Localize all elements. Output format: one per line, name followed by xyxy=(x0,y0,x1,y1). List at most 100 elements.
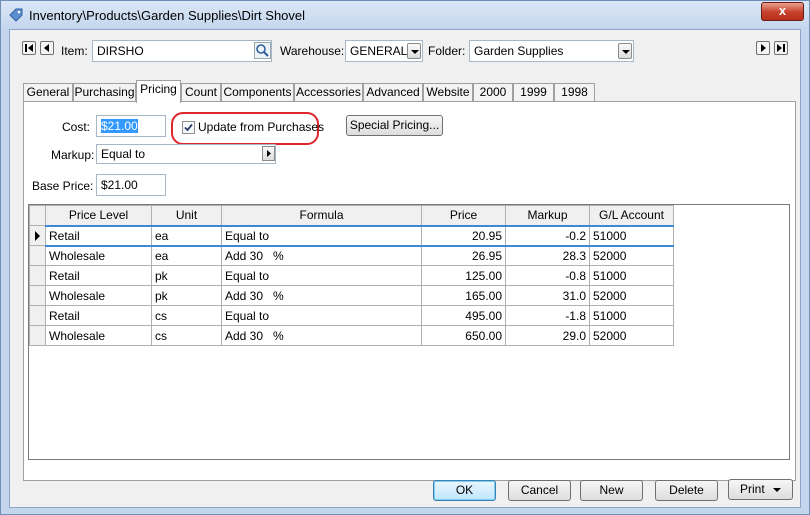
price-level-cell[interactable]: Wholesale xyxy=(45,325,152,346)
tab-purchasing[interactable]: Purchasing xyxy=(73,83,136,102)
item-field[interactable]: DIRSHO xyxy=(92,40,272,62)
formula-cell[interactable]: Add 30% xyxy=(221,325,422,346)
new-label: New xyxy=(599,483,624,497)
special-pricing-button[interactable]: Special Pricing... xyxy=(346,115,443,136)
next-record-icon xyxy=(761,44,766,52)
formula-cell[interactable]: Equal to xyxy=(221,224,422,247)
price-cell[interactable]: 26.95 xyxy=(421,245,506,266)
price-cell[interactable]: 650.00 xyxy=(421,325,506,346)
first-record-icon xyxy=(25,44,33,52)
unit-cell[interactable]: ea xyxy=(151,245,222,266)
gl-account-cell[interactable]: 51000 xyxy=(589,265,674,286)
unit-cell[interactable]: pk xyxy=(151,265,222,286)
price-level-cell[interactable]: Retail xyxy=(45,305,152,326)
table-row[interactable]: Wholesale ea Add 30% 26.95 28.3 52000 xyxy=(29,245,674,266)
formula-cell[interactable]: Equal to xyxy=(221,305,422,326)
tab-count[interactable]: Count xyxy=(181,83,221,102)
formula-text: Equal to xyxy=(225,268,270,283)
print-button[interactable]: Print xyxy=(728,479,793,500)
gl-account-cell[interactable]: 51000 xyxy=(589,305,674,326)
close-button[interactable]: x xyxy=(761,2,804,21)
price-cell[interactable]: 125.00 xyxy=(421,265,506,286)
formula-cell[interactable]: Add 30% xyxy=(221,245,422,266)
markup-cell[interactable]: 28.3 xyxy=(505,245,590,266)
last-record-icon xyxy=(777,44,785,52)
column-header[interactable]: Markup xyxy=(505,205,590,226)
next-record-button[interactable] xyxy=(756,41,770,55)
tab-label: Count xyxy=(184,85,218,99)
tab-1999[interactable]: 1999 xyxy=(513,83,554,102)
markup-field[interactable]: Equal to xyxy=(96,144,276,164)
tag-icon xyxy=(9,8,23,22)
markup-expand-button[interactable] xyxy=(262,146,275,161)
folder-select[interactable]: Garden Supplies xyxy=(469,40,634,62)
first-record-button[interactable] xyxy=(22,41,36,55)
price-level-cell[interactable]: Wholesale xyxy=(45,245,152,266)
markup-cell[interactable]: -0.8 xyxy=(505,265,590,286)
table-row[interactable]: Wholesale cs Add 30% 650.00 29.0 52000 xyxy=(29,325,674,346)
price-cell[interactable]: 165.00 xyxy=(421,285,506,306)
price-level-cell[interactable]: Retail xyxy=(45,224,152,247)
markup-value: Equal to xyxy=(101,147,146,161)
tab-label: General xyxy=(26,85,70,99)
cost-value: $21.00 xyxy=(101,119,138,133)
price-cell[interactable]: 495.00 xyxy=(421,305,506,326)
price-level-cell[interactable]: Wholesale xyxy=(45,285,152,306)
gl-account-cell[interactable]: 52000 xyxy=(589,245,674,266)
gl-account-cell[interactable]: 52000 xyxy=(589,325,674,346)
column-header[interactable]: Price xyxy=(421,205,506,226)
dialog-body: Item: DIRSHO Warehouse: GENERAL Folder: … xyxy=(9,29,801,508)
column-header[interactable]: Price Level xyxy=(45,205,152,226)
gl-account-cell[interactable]: 51000 xyxy=(589,224,674,247)
markup-cell[interactable]: 29.0 xyxy=(505,325,590,346)
last-record-button[interactable] xyxy=(774,41,788,55)
tab-website[interactable]: Website xyxy=(423,83,473,102)
markup-cell[interactable]: -1.8 xyxy=(505,305,590,326)
tab-2000[interactable]: 2000 xyxy=(473,83,513,102)
chevron-down-icon xyxy=(618,43,632,59)
row-header xyxy=(29,305,46,326)
cost-label: Cost: xyxy=(62,120,91,134)
gl-account-cell[interactable]: 52000 xyxy=(589,285,674,306)
unit-cell[interactable]: cs xyxy=(151,305,222,326)
tab-label: Accessories xyxy=(296,85,361,99)
window-title: Inventory\Products\Garden Supplies\Dirt … xyxy=(29,8,306,23)
column-header[interactable]: Unit xyxy=(151,205,222,226)
tab-general[interactable]: General xyxy=(23,83,73,102)
tab-advanced[interactable]: Advanced xyxy=(363,83,423,102)
table-row[interactable]: Retail ea Equal to 20.95 -0.2 51000 xyxy=(29,224,674,247)
unit-cell[interactable]: ea xyxy=(151,224,222,247)
unit-cell[interactable]: cs xyxy=(151,325,222,346)
update-from-purchases-checkbox[interactable] xyxy=(182,121,195,134)
previous-record-icon xyxy=(44,44,49,52)
price-level-cell[interactable]: Retail xyxy=(45,265,152,286)
chevron-right-icon xyxy=(267,150,271,157)
formula-cell[interactable]: Equal to xyxy=(221,265,422,286)
column-header[interactable]: G/L Account xyxy=(589,205,674,226)
formula-cell[interactable]: Add 30% xyxy=(221,285,422,306)
price-cell[interactable]: 20.95 xyxy=(421,224,506,247)
item-lookup-button[interactable] xyxy=(254,42,271,59)
tab-1998[interactable]: 1998 xyxy=(554,83,595,102)
tab-accessories[interactable]: Accessories xyxy=(294,83,363,102)
table-row[interactable]: Wholesale pk Add 30% 165.00 31.0 52000 xyxy=(29,285,674,306)
base-price-value: $21.00 xyxy=(101,178,138,192)
delete-button[interactable]: Delete xyxy=(655,480,718,501)
unit-cell[interactable]: pk xyxy=(151,285,222,306)
tab-components[interactable]: Components xyxy=(221,83,294,102)
markup-cell[interactable]: 31.0 xyxy=(505,285,590,306)
ok-button[interactable]: OK xyxy=(433,480,496,501)
table-row[interactable]: Retail cs Equal to 495.00 -1.8 51000 xyxy=(29,305,674,326)
tab-pricing[interactable]: Pricing xyxy=(136,80,181,103)
tab-label: 1999 xyxy=(520,85,547,99)
table-row[interactable]: Retail pk Equal to 125.00 -0.8 51000 xyxy=(29,265,674,286)
base-price-field[interactable]: $21.00 xyxy=(96,174,166,196)
previous-record-button[interactable] xyxy=(40,41,54,55)
row-header-corner xyxy=(29,205,46,226)
warehouse-select[interactable]: GENERAL xyxy=(345,40,423,62)
cost-field[interactable]: $21.00 xyxy=(96,115,166,137)
cancel-button[interactable]: Cancel xyxy=(508,480,571,501)
new-button[interactable]: New xyxy=(580,480,643,501)
column-header[interactable]: Formula xyxy=(221,205,422,226)
markup-cell[interactable]: -0.2 xyxy=(505,224,590,247)
